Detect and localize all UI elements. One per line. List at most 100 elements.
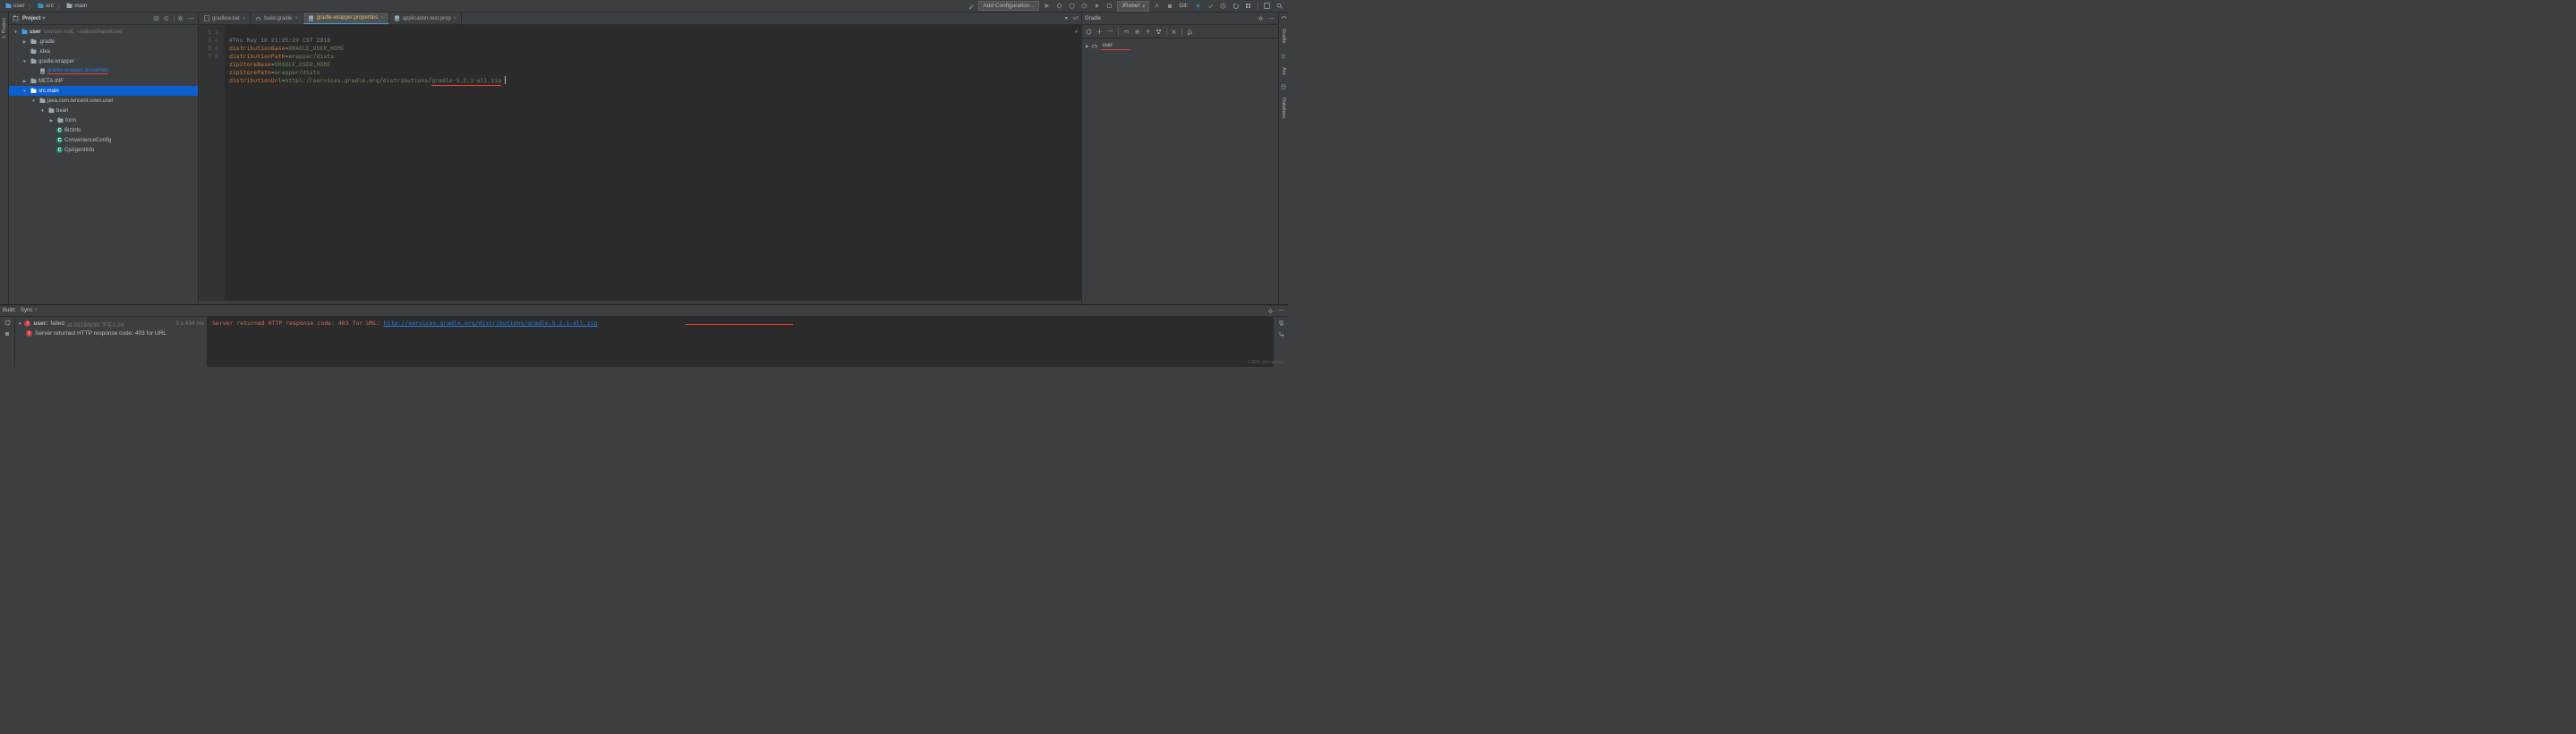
tree-root[interactable]: user sources root, ~/aidun/shanxi/user <box>9 27 198 37</box>
build-root-status: failed <box>50 320 64 327</box>
editor-tab[interactable]: gradlew.bat× <box>199 13 251 24</box>
trail-label[interactable]: ≡7 <box>1073 16 1079 21</box>
jrebel-action-icon[interactable] <box>1152 1 1162 11</box>
tree-item[interactable]: form <box>9 115 198 125</box>
stop-icon[interactable] <box>4 329 12 337</box>
remove-icon[interactable]: — <box>1106 28 1114 36</box>
arrow-icon[interactable] <box>13 30 19 35</box>
expand-all-icon[interactable] <box>163 14 171 22</box>
git-update-icon[interactable] <box>1193 1 1203 11</box>
soft-wrap-icon[interactable] <box>1277 319 1285 327</box>
gradle-header: Gradle — <box>1082 13 1278 25</box>
coverage-icon[interactable] <box>1067 1 1077 11</box>
build-tree-item[interactable]: ! Server returned HTTP response code: 40… <box>18 329 204 338</box>
hide-icon[interactable]: — <box>1277 307 1285 315</box>
arrow-icon[interactable]: ▼ <box>18 321 21 326</box>
scroll-to-end-icon[interactable] <box>1277 329 1285 337</box>
tree-item[interactable]: .idea <box>9 47 198 56</box>
build-tab-sync[interactable]: Sync × <box>21 308 38 313</box>
editor-tabs-trail: ▾ ≡7 <box>1062 13 1081 24</box>
breadcrumb-item[interactable]: main <box>64 2 89 10</box>
hide-icon[interactable]: — <box>187 14 195 22</box>
close-icon[interactable]: × <box>380 15 384 21</box>
project-panel-title[interactable]: Project ▾ <box>22 15 45 21</box>
hammer-icon[interactable] <box>966 1 976 11</box>
avatar-icon[interactable] <box>1262 1 1272 11</box>
tool-stripe-gradle[interactable]: Gradle <box>1281 29 1286 44</box>
gradle-icon <box>1091 43 1098 49</box>
separator <box>174 15 175 22</box>
folder-icon <box>30 38 37 46</box>
arrow-icon[interactable] <box>21 39 28 45</box>
build-tree[interactable]: ▼ ! user: failed at 2023/6/30 下午1:24 3 s… <box>15 317 208 367</box>
structure-icon[interactable] <box>1243 1 1253 11</box>
build-tree-root[interactable]: ▼ ! user: failed at 2023/6/30 下午1:24 3 s… <box>18 319 204 329</box>
arrow-icon[interactable]: ▶ <box>1086 44 1088 49</box>
search-icon[interactable] <box>1275 1 1284 11</box>
run-config-selector[interactable]: Add Configuration... <box>978 1 1038 11</box>
build-console[interactable]: Server returned HTTP response code: 403 … <box>208 317 1273 367</box>
rerun-icon[interactable] <box>4 319 12 327</box>
hide-icon[interactable]: — <box>1267 14 1275 22</box>
select-opened-file-icon[interactable] <box>152 14 160 22</box>
wrench-icon[interactable] <box>1186 28 1194 36</box>
arrow-icon[interactable] <box>21 89 28 94</box>
editor-tab[interactable]: application-test.prop× <box>389 13 463 24</box>
close-icon[interactable]: × <box>294 16 298 21</box>
chevron-right-icon: 〉 <box>57 2 64 11</box>
close-icon[interactable]: × <box>34 308 38 313</box>
git-commit-icon[interactable] <box>1206 1 1215 11</box>
tree-item[interactable]: java.com.tencent.sxwx.user <box>9 96 198 106</box>
tree-item[interactable]: src.main <box>9 86 198 96</box>
tree-item[interactable]: CConvenienceConfig <box>9 135 198 145</box>
tool-stripe-ant[interactable]: Ant <box>1281 67 1286 74</box>
dropdown-icon[interactable]: ▾ <box>1062 14 1070 22</box>
project-view-icon[interactable] <box>12 14 20 22</box>
gear-icon[interactable] <box>1267 307 1275 315</box>
expand-icon[interactable] <box>1133 28 1141 36</box>
git-rollback-icon[interactable] <box>1231 1 1241 11</box>
debug-icon[interactable] <box>1054 1 1064 11</box>
breadcrumb-item[interactable]: user <box>4 2 27 10</box>
tree-item[interactable]: bean <box>9 106 198 115</box>
jrebel-run-icon[interactable] <box>1092 1 1102 11</box>
collapse-icon[interactable] <box>1144 28 1152 36</box>
offline-icon[interactable] <box>1170 28 1178 36</box>
add-icon[interactable]: ＋ <box>1096 28 1104 36</box>
stop-icon[interactable] <box>1164 1 1174 11</box>
console-url-link[interactable]: http://services.gradle.org/distributions… <box>384 320 598 327</box>
tree-item[interactable]: CBizInfo <box>9 125 198 135</box>
project-tree[interactable]: user sources root, ~/aidun/shanxi/user .… <box>9 25 198 304</box>
run-icon[interactable] <box>1042 1 1052 11</box>
run-task-icon[interactable] <box>1122 28 1130 36</box>
tree-item[interactable]: gradle-wrapper.properties <box>9 66 198 76</box>
git-history-icon[interactable] <box>1218 1 1228 11</box>
gradle-root[interactable]: ▶ user <box>1086 41 1275 51</box>
gear-icon[interactable] <box>1257 14 1265 22</box>
gear-icon[interactable] <box>176 14 184 22</box>
arrow-icon[interactable] <box>48 118 55 124</box>
arrow-icon[interactable] <box>30 98 37 104</box>
tree-item[interactable]: gradle.wrapper <box>9 56 198 66</box>
close-icon[interactable]: × <box>243 16 246 21</box>
arrow-icon[interactable] <box>39 108 46 114</box>
close-icon[interactable]: × <box>454 16 457 21</box>
tasks-icon[interactable] <box>1155 28 1163 36</box>
jrebel-selector[interactable]: JRebel ▾ <box>1117 1 1150 12</box>
tool-stripe-project[interactable]: 1: Project <box>2 18 7 38</box>
editor-tab[interactable]: gradle-wrapper.properties× <box>303 13 389 24</box>
tree-item[interactable]: .gradle <box>9 37 198 47</box>
profile-icon[interactable] <box>1079 1 1089 11</box>
jrebel-debug-icon[interactable] <box>1105 1 1114 11</box>
arrow-icon[interactable] <box>21 79 28 84</box>
arrow-icon[interactable] <box>21 59 28 64</box>
editor-tab[interactable]: build.gradle× <box>251 13 303 24</box>
tool-stripe-database[interactable]: Database <box>1281 98 1286 119</box>
tree-item-label: gradle-wrapper.properties <box>47 68 108 75</box>
tree-item[interactable]: META-INF <box>9 76 198 86</box>
breadcrumb-item[interactable]: src <box>36 2 55 10</box>
gradle-tree[interactable]: ▶ user <box>1082 38 1278 304</box>
reload-icon[interactable] <box>1085 28 1093 36</box>
tree-item[interactable]: CCpAgentInfo <box>9 145 198 155</box>
code-area[interactable]: ✔#Thu May 10 21:25:29 CST 2018 distribut… <box>226 25 1081 300</box>
